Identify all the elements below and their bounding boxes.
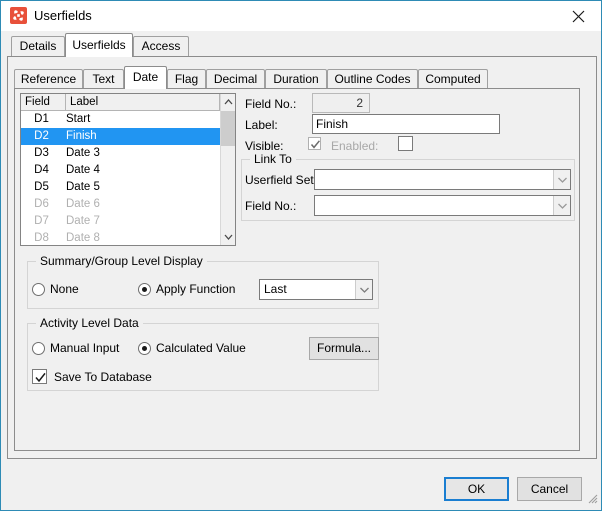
close-button[interactable] [556,1,601,30]
row-field: D5 [21,179,62,196]
tab-userfields[interactable]: Userfields [65,33,133,57]
link-field-no-combo[interactable] [314,195,571,216]
row-label: Finish [66,128,97,145]
app-logo-icon [10,7,27,24]
row-label: Start [66,111,90,128]
visible-label: Visible: [245,139,283,153]
scroll-down-icon[interactable] [221,229,236,245]
enabled-checkbox[interactable] [398,136,413,151]
function-value: Last [264,280,287,299]
row-field: D2 [21,128,62,145]
summary-group-title: Summary/Group Level Display [36,254,207,268]
table-row[interactable]: D6 Date 6 [21,196,220,213]
tab-text[interactable]: Text [83,69,124,89]
userfield-set-label: Userfield Set: [245,173,317,187]
field-no-label: Field No.: [245,97,296,111]
activity-group-title: Activity Level Data [36,316,143,330]
visible-checkbox[interactable] [308,137,321,150]
tab-outline-codes[interactable]: Outline Codes [327,69,418,89]
row-field: D7 [21,213,62,230]
table-row[interactable]: D4 Date 4 [21,162,220,179]
formula-button[interactable]: Formula... [309,337,379,360]
row-label: Date 7 [66,213,100,230]
row-field: D4 [21,162,62,179]
row-field: D8 [21,230,62,246]
manual-input-radio[interactable] [32,342,45,355]
grid-header: Field Label [21,94,235,111]
field-no-value: 2 [312,93,370,113]
table-row[interactable]: D7 Date 7 [21,213,220,230]
fields-grid[interactable]: Field Label D1 Start D2 Finish D3 Date 3… [20,93,236,246]
calculated-value-label: Calculated Value [156,341,246,355]
grid-rows: D1 Start D2 Finish D3 Date 3 D4 Date 4 D… [21,111,220,246]
tab-details[interactable]: Details [11,36,65,57]
apply-function-label: Apply Function [156,282,235,296]
link-field-no-label: Field No.: [245,199,296,213]
none-label: None [50,282,79,296]
row-field: D3 [21,145,62,162]
row-field: D1 [21,111,62,128]
tab-flag[interactable]: Flag [167,69,206,89]
none-radio[interactable] [32,283,45,296]
title-bar: Userfields [1,1,601,31]
scrollbar-thumb[interactable] [221,111,236,146]
row-label: Date 3 [66,145,100,162]
row-label: Date 5 [66,179,100,196]
function-combo[interactable]: Last [259,279,373,300]
column-header-field[interactable]: Field [21,94,66,110]
tab-access[interactable]: Access [133,36,189,57]
userfields-dialog: Userfields Details Userfields Access Ref… [0,0,602,511]
row-field: D6 [21,196,62,213]
chevron-down-icon[interactable] [355,280,372,299]
scroll-up-icon[interactable] [221,94,236,110]
save-to-database-checkbox[interactable] [32,369,47,384]
row-label: Date 8 [66,230,100,246]
manual-input-label: Manual Input [50,341,119,355]
tab-duration[interactable]: Duration [265,69,327,89]
outer-tab-strip: Details Userfields Access [7,33,597,57]
label-input[interactable]: Finish [312,114,500,134]
userfield-set-combo[interactable] [314,169,571,190]
save-to-database-label: Save To Database [54,370,152,384]
grid-vertical-scrollbar[interactable] [220,94,235,245]
tab-computed[interactable]: Computed [418,69,488,89]
window-title: Userfields [34,8,92,23]
table-row[interactable]: D3 Date 3 [21,145,220,162]
inner-tab-strip: Reference Text Date Flag Decimal Duratio… [14,66,580,89]
calculated-value-radio[interactable] [138,342,151,355]
radio-dot [142,287,147,292]
resize-grip[interactable] [586,492,598,507]
apply-function-radio[interactable] [138,283,151,296]
cancel-button[interactable]: Cancel [517,477,582,501]
table-row[interactable]: D5 Date 5 [21,179,220,196]
link-to-title: Link To [250,152,296,166]
table-row[interactable]: D8 Date 8 [21,230,220,246]
chevron-down-icon[interactable] [553,170,570,189]
label-label: Label: [245,118,278,132]
table-row[interactable]: D2 Finish [21,128,220,145]
ok-button[interactable]: OK [444,477,509,501]
tab-date[interactable]: Date [124,66,167,89]
column-header-label[interactable]: Label [66,94,220,110]
enabled-label: Enabled: [331,139,378,153]
chevron-down-icon[interactable] [553,196,570,215]
radio-dot [142,346,147,351]
tab-decimal[interactable]: Decimal [206,69,265,89]
row-label: Date 6 [66,196,100,213]
row-label: Date 4 [66,162,100,179]
table-row[interactable]: D1 Start [21,111,220,128]
tab-reference[interactable]: Reference [14,69,83,89]
